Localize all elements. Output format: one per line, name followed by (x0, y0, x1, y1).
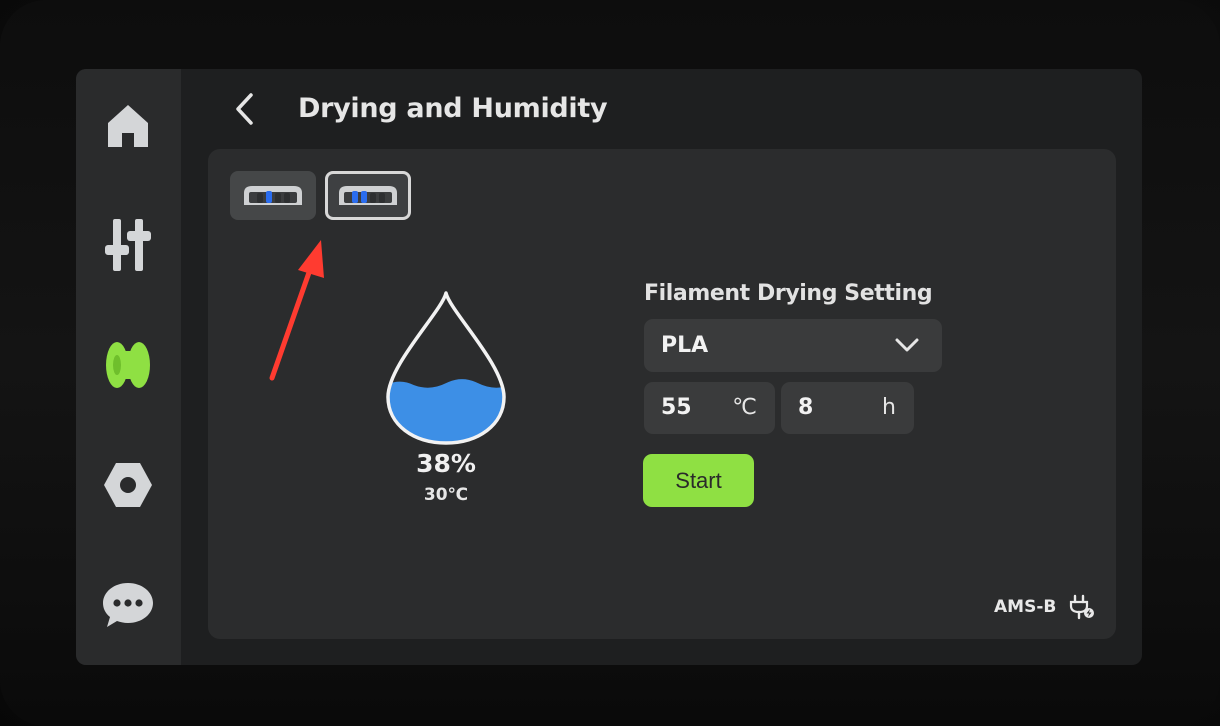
sidebar-item-controls[interactable] (98, 215, 158, 275)
ams-unit-tab-b[interactable] (325, 171, 411, 220)
ams-unit-tab-a[interactable] (230, 171, 316, 220)
drying-temperature-input[interactable]: 55 ℃ (644, 382, 775, 434)
start-drying-button[interactable]: Start (643, 454, 754, 507)
annotation-arrow (269, 240, 324, 381)
settings-nut-icon (104, 463, 152, 507)
sidebar-item-filament[interactable] (98, 335, 158, 395)
water-drop-icon (386, 291, 506, 445)
touch-screen: Drying and Humidity 38% 30℃ Filament Dry… (76, 69, 1142, 665)
plug-icon (1069, 594, 1094, 620)
chevron-down-icon (895, 338, 919, 352)
drying-duration-value: 8 (798, 395, 814, 420)
sidebar-item-settings[interactable] (98, 455, 158, 515)
duration-unit: h (882, 395, 896, 420)
back-button[interactable] (226, 89, 262, 129)
chevron-left-icon (236, 93, 253, 125)
filament-type-value: PLA (661, 333, 709, 358)
sidebar (76, 69, 181, 665)
drying-temperature-value: 55 (661, 395, 692, 420)
home-icon (108, 105, 148, 147)
filament-spool-icon (106, 342, 150, 388)
drying-panel: 38% 30℃ Filament Drying Setting PLA 55 ℃… (208, 149, 1116, 639)
ams-device-label: AMS-B (994, 597, 1057, 617)
drying-duration-input[interactable]: 8 h (781, 382, 914, 434)
humidity-drop-gauge (382, 287, 510, 447)
chamber-temperature: 30℃ (423, 485, 469, 505)
drying-setting-label: Filament Drying Setting (644, 281, 933, 306)
ams-unit-icon (244, 185, 302, 205)
filament-type-select[interactable]: PLA (644, 319, 942, 372)
sidebar-item-messages[interactable] (98, 575, 158, 635)
humidity-value: 38% (416, 449, 476, 478)
sidebar-item-home[interactable] (98, 95, 158, 155)
page-title: Drying and Humidity (298, 93, 608, 124)
chat-icon (103, 583, 153, 627)
controls-icon (105, 219, 151, 271)
temperature-unit: ℃ (732, 395, 757, 420)
ams-unit-icon (339, 185, 397, 205)
